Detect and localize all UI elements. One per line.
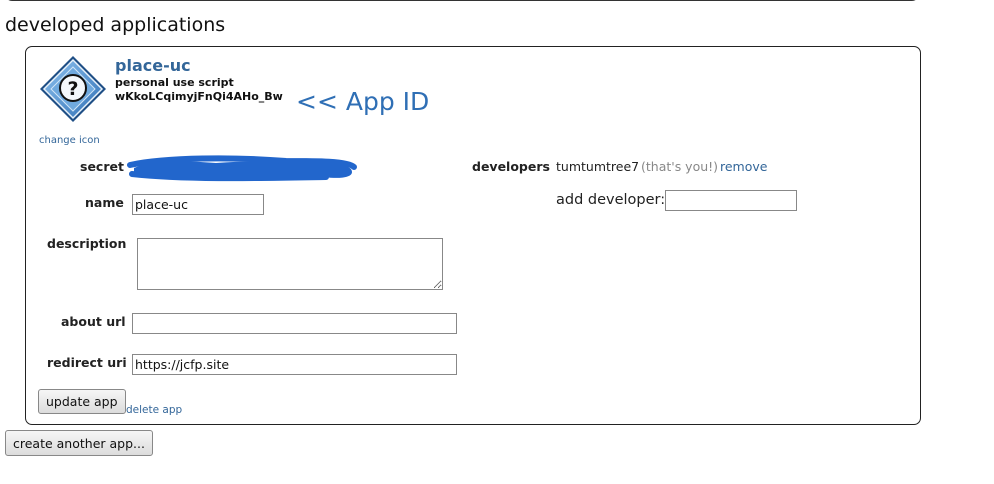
question-mark-diamond-icon: ? (40, 56, 106, 122)
redirect-uri-input[interactable] (132, 354, 457, 375)
about-url-input[interactable] (132, 313, 457, 334)
update-app-button[interactable]: update app (38, 389, 126, 414)
add-developer-input[interactable] (665, 190, 797, 211)
add-developer-label: add developer: (556, 192, 666, 208)
app-name: place-uc (115, 56, 191, 75)
about-url-label: about url (61, 314, 126, 329)
previous-section-box (5, 0, 919, 1)
change-icon-link[interactable]: change icon (39, 135, 100, 146)
app-id-annotation: << App ID (296, 87, 430, 116)
developer-you-note: (that's you!) (641, 159, 719, 174)
create-another-app-button[interactable]: create another app... (5, 430, 153, 456)
name-input[interactable] (132, 194, 264, 215)
svg-text:?: ? (67, 78, 78, 100)
secret-label: secret (80, 159, 124, 174)
app-type: personal use script (115, 76, 234, 89)
app-id: wKkoLCqimyjFnQi4AHo_Bw (115, 90, 283, 103)
developers-label: developers (472, 159, 550, 174)
developer-name: tumtumtree7 (556, 159, 640, 174)
description-label: description (47, 236, 127, 251)
secret-redaction (127, 155, 357, 182)
app-panel: ? place-uc personal use script wKkoLCqim… (25, 46, 921, 425)
redirect-uri-label: redirect uri (47, 355, 127, 370)
section-title: developed applications (5, 14, 226, 36)
description-textarea[interactable] (137, 238, 443, 290)
name-label: name (85, 195, 124, 210)
remove-developer-link[interactable]: remove (720, 159, 767, 174)
delete-app-link[interactable]: delete app (126, 404, 182, 416)
